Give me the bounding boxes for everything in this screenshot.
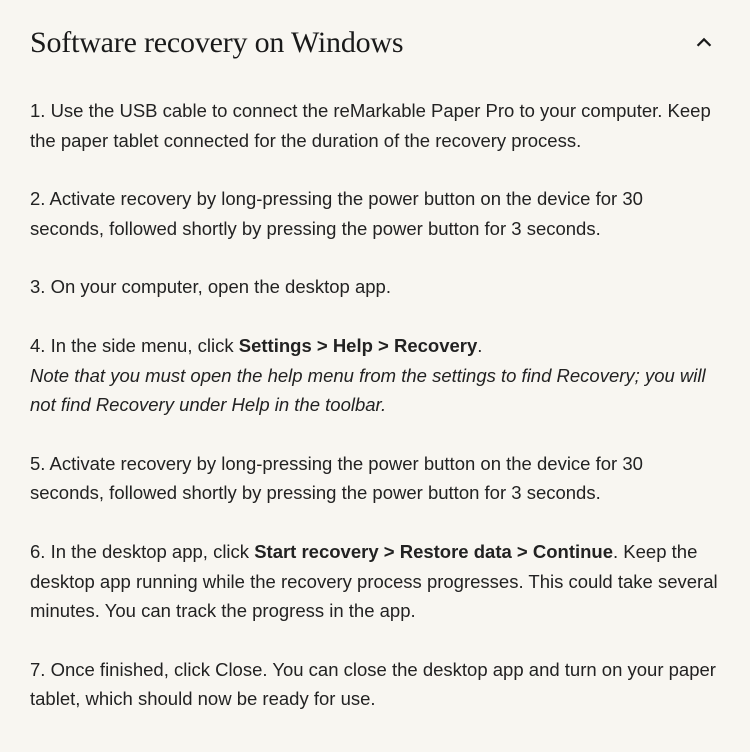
- step-4-note: Note that you must open the help menu fr…: [30, 365, 706, 416]
- step-6-path: Start recovery > Restore data > Continue: [254, 541, 613, 562]
- accordion-toggle[interactable]: Software recovery on Windows: [30, 26, 720, 60]
- step-7: 7. Once finished, click Close. You can c…: [30, 655, 720, 714]
- step-4: 4. In the side menu, click Settings > He…: [30, 331, 720, 420]
- step-4-suffix: .: [477, 335, 482, 356]
- step-4-text: 4. In the side menu, click: [30, 335, 239, 356]
- step-5: 5. Activate recovery by long-pressing th…: [30, 449, 720, 508]
- step-2: 2. Activate recovery by long-pressing th…: [30, 184, 720, 243]
- step-6: 6. In the desktop app, click Start recov…: [30, 537, 720, 626]
- chevron-up-icon: [692, 31, 716, 55]
- step-6-text: 6. In the desktop app, click: [30, 541, 254, 562]
- step-1: 1. Use the USB cable to connect the reMa…: [30, 96, 720, 155]
- step-3: 3. On your computer, open the desktop ap…: [30, 272, 720, 302]
- accordion-content: 1. Use the USB cable to connect the reMa…: [30, 96, 720, 714]
- step-4-path: Settings > Help > Recovery: [239, 335, 478, 356]
- accordion-title: Software recovery on Windows: [30, 26, 403, 60]
